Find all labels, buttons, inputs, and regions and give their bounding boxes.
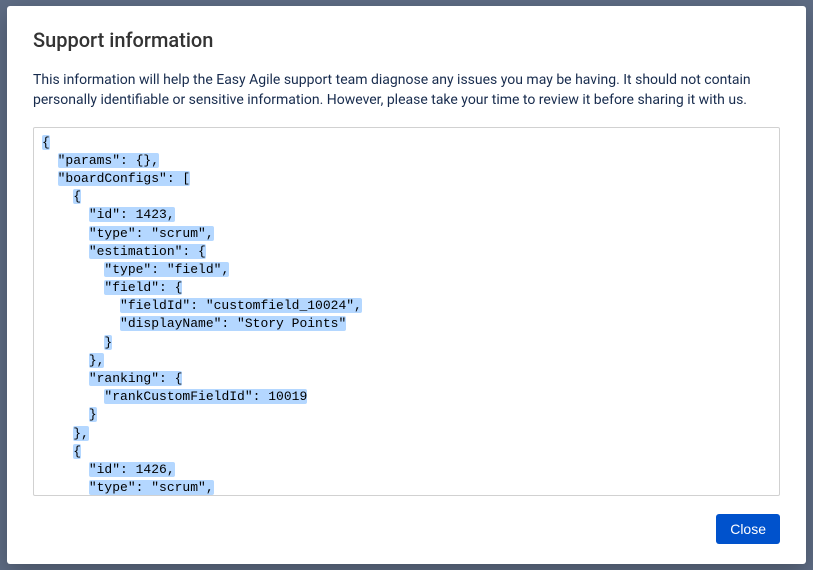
modal-description: This information will help the Easy Agil… — [33, 70, 780, 111]
modal-footer: Close — [33, 514, 780, 544]
close-button[interactable]: Close — [716, 514, 780, 544]
support-json-textbox[interactable]: { "params": {}, "boardConfigs": [ { "id"… — [33, 127, 780, 496]
support-info-modal: Support information This information wil… — [7, 6, 806, 564]
modal-title: Support information — [33, 28, 780, 52]
